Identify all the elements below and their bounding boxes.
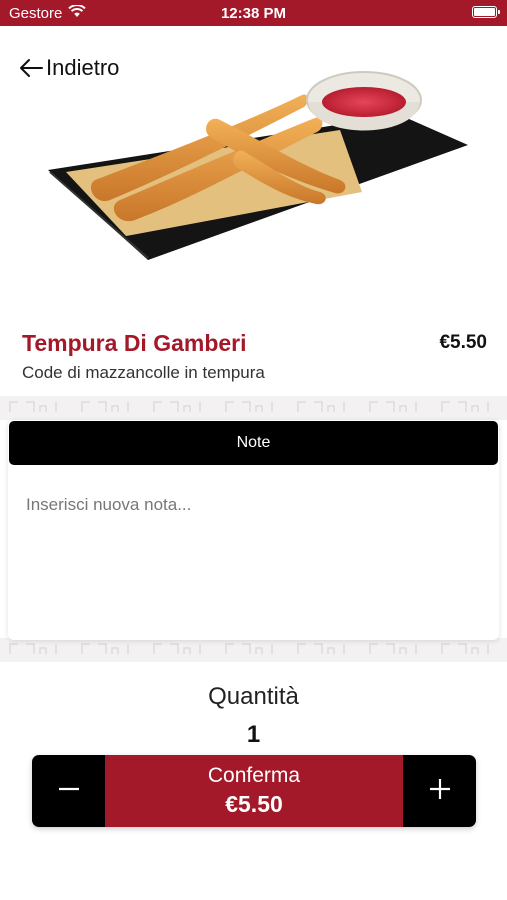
decrease-quantity-button[interactable] (32, 755, 105, 827)
product-name: Tempura Di Gamberi (22, 330, 247, 356)
dish-photo (40, 60, 480, 270)
battery-icon (472, 6, 500, 18)
decorative-pattern-bottom (0, 638, 507, 662)
decorative-pattern-top (0, 396, 507, 420)
product-price: €5.50 (439, 332, 487, 353)
notes-header: Note (9, 421, 498, 465)
notes-card: Note (8, 420, 499, 640)
notes-input[interactable] (26, 495, 481, 615)
status-time: 12:38 PM (220, 5, 287, 22)
confirm-label: Conferma (207, 764, 301, 787)
minus-icon (58, 778, 80, 805)
status-bar: Gestore 12:38 PM (0, 0, 507, 26)
product-description: Code di mazzancolle in tempura (22, 363, 265, 382)
plus-icon (429, 778, 451, 805)
confirm-total: €5.50 (225, 791, 283, 817)
quantity-stepper: Conferma €5.50 (32, 755, 476, 827)
quantity-label: Quantità (208, 683, 299, 710)
quantity-value: 1 (246, 721, 261, 748)
increase-quantity-button[interactable] (403, 755, 476, 827)
confirm-button[interactable]: Conferma €5.50 (105, 755, 403, 827)
